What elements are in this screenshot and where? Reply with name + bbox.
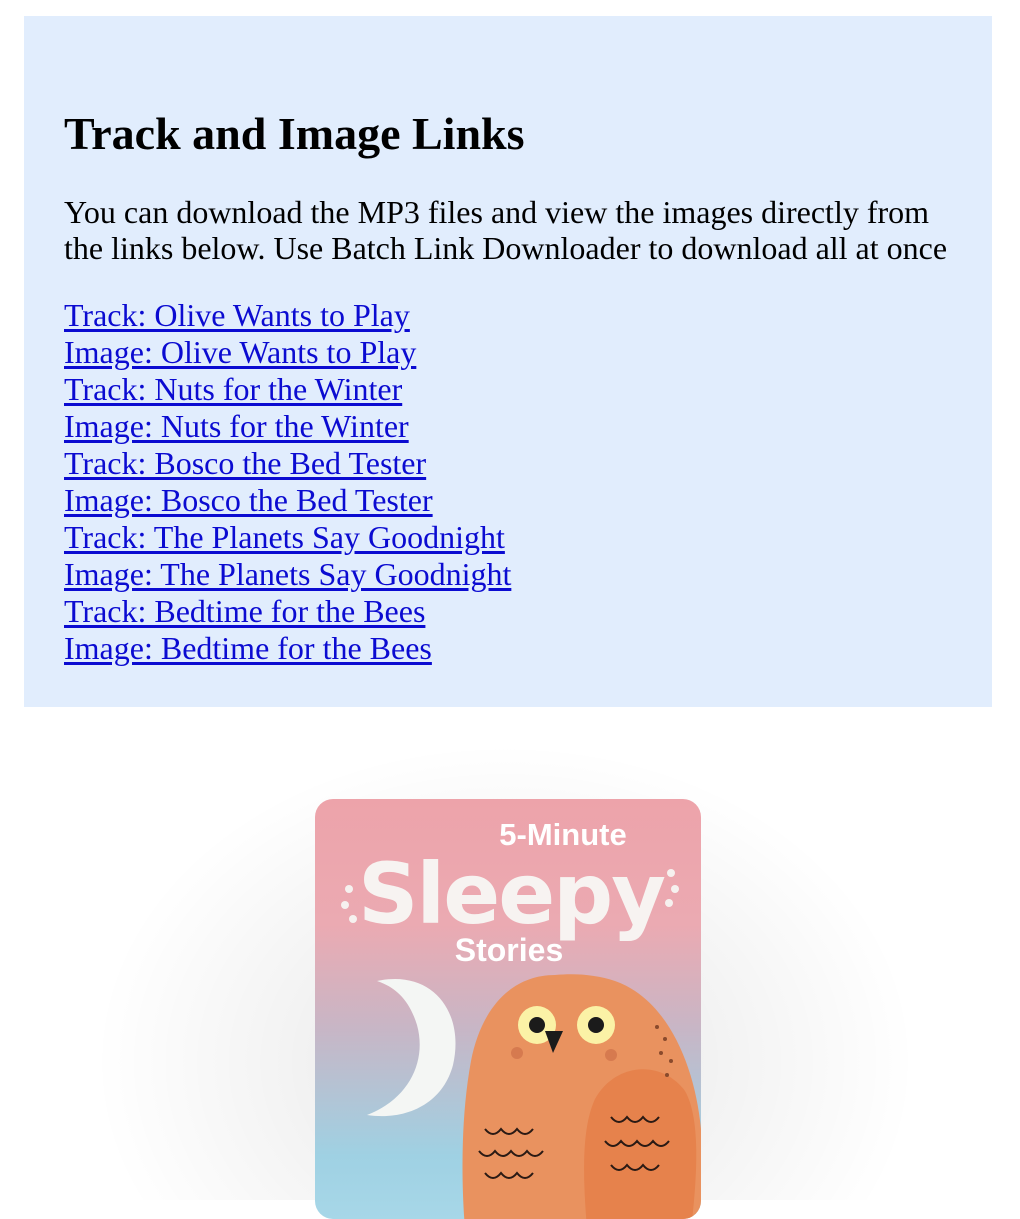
list-item: Image: Bosco the Bed Tester (64, 482, 511, 519)
list-item: Image: Bedtime for the Bees (64, 630, 511, 667)
image-link-planets[interactable]: Image: The Planets Say Goodnight (64, 556, 511, 592)
list-item: Track: Bedtime for the Bees (64, 593, 511, 630)
links-panel: Track and Image Links You can download t… (24, 16, 992, 707)
cover-title-line2: Sleepy (358, 845, 665, 943)
track-link-nuts[interactable]: Track: Nuts for the Winter (64, 371, 402, 407)
cover-title-line3: Stories (455, 932, 563, 968)
list-item: Image: Olive Wants to Play (64, 334, 511, 371)
image-link-nuts[interactable]: Image: Nuts for the Winter (64, 408, 409, 444)
image-link-bees[interactable]: Image: Bedtime for the Bees (64, 630, 432, 666)
page-title: Track and Image Links (64, 108, 525, 159)
image-link-bosco[interactable]: Image: Bosco the Bed Tester (64, 482, 433, 518)
list-item: Track: Olive Wants to Play (64, 297, 511, 334)
image-link-olive[interactable]: Image: Olive Wants to Play (64, 334, 416, 370)
link-list: Track: Olive Wants to Play Image: Olive … (64, 297, 511, 667)
track-link-bees[interactable]: Track: Bedtime for the Bees (64, 593, 425, 629)
list-item: Image: The Planets Say Goodnight (64, 556, 511, 593)
cover-art: 5-Minute Sleepy Stories (315, 799, 701, 1219)
owl-illustration (462, 974, 701, 1219)
track-link-bosco[interactable]: Track: Bosco the Bed Tester (64, 445, 426, 481)
list-item: Track: The Planets Say Goodnight (64, 519, 511, 556)
list-item: Image: Nuts for the Winter (64, 408, 511, 445)
page-description: You can download the MP3 files and view … (64, 194, 948, 266)
track-link-planets[interactable]: Track: The Planets Say Goodnight (64, 519, 505, 555)
moon-icon (367, 979, 456, 1117)
track-link-olive[interactable]: Track: Olive Wants to Play (64, 297, 410, 333)
list-item: Track: Nuts for the Winter (64, 371, 511, 408)
list-item: Track: Bosco the Bed Tester (64, 445, 511, 482)
cover-illustration: 5-Minute Sleepy Stories (341, 817, 701, 1219)
